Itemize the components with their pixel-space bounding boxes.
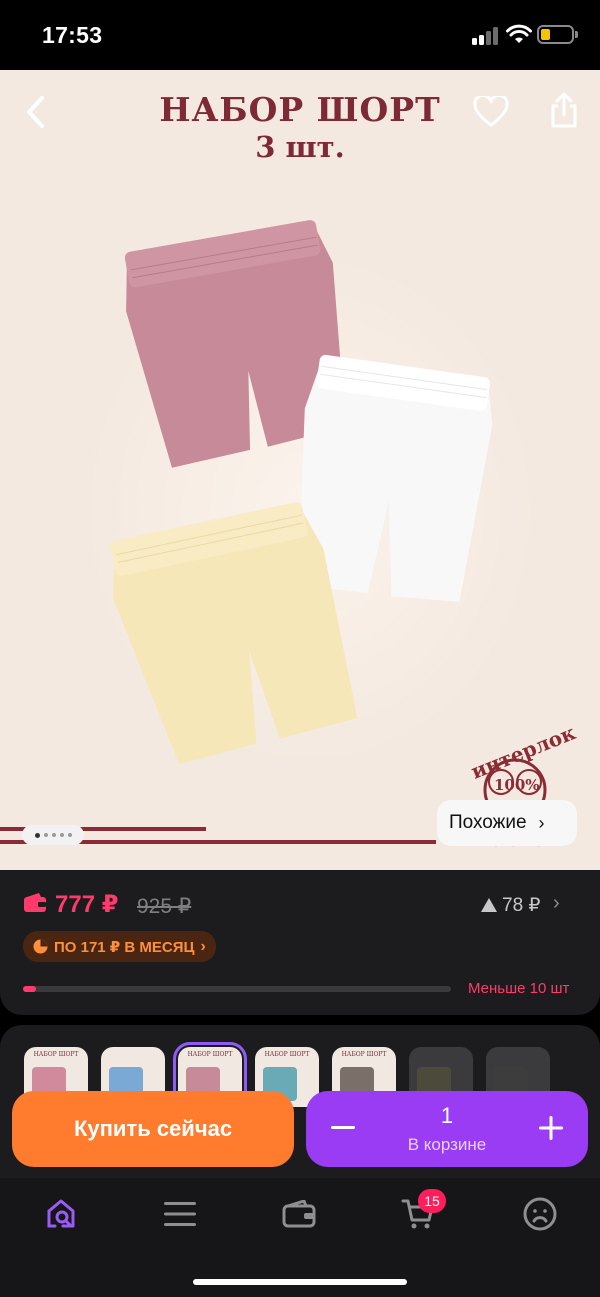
- chevron-right-icon[interactable]: ›: [553, 892, 560, 915]
- stock-progress-fill: [23, 986, 36, 992]
- wifi-icon: [506, 24, 532, 43]
- status-bar: 17:53: [0, 0, 600, 70]
- price-card: 777 ₽ 925 ₽ 78 ₽ › ПО 171 ₽ В МЕСЯЦ › Ме…: [0, 870, 600, 1015]
- variant-label: НАБОР ШОРТ: [33, 1051, 79, 1058]
- home-indicator[interactable]: [193, 1279, 407, 1285]
- old-price: 925 ₽: [137, 895, 192, 918]
- bonus-points[interactable]: 78 ₽: [502, 894, 541, 917]
- product-title: НАБОР ШОРТ: [159, 90, 441, 129]
- home-search-icon: [47, 1199, 75, 1228]
- similar-label: Похожие: [449, 812, 527, 833]
- battery-icon: [537, 25, 574, 44]
- favorite-button[interactable]: [469, 90, 513, 134]
- variant-label: НАБОР ШОРТ: [187, 1051, 233, 1058]
- variant-label: НАБОР ШОРТ: [341, 1051, 387, 1058]
- chevron-left-icon: [27, 96, 44, 128]
- similar-products-button[interactable]: Похожие ›: [437, 800, 577, 846]
- cart-quantity-control: 1 В корзине: [306, 1091, 588, 1167]
- page-dot: [51, 833, 56, 837]
- page-dot: [34, 832, 40, 838]
- pie-chart-icon: [33, 939, 48, 954]
- installment-label: ПО 171 ₽ В МЕСЯЦ: [54, 938, 195, 956]
- variant-label: НАБОР ШОРТ: [264, 1051, 310, 1058]
- tab-catalog[interactable]: [160, 1194, 200, 1234]
- share-icon: [551, 92, 577, 128]
- cart-count-badge: 15: [418, 1189, 446, 1213]
- badge-percent-text: 100%: [494, 776, 540, 794]
- page-dot: [67, 833, 72, 837]
- installment-badge[interactable]: ПО 171 ₽ В МЕСЯЦ ›: [23, 931, 216, 962]
- increase-quantity-button[interactable]: [536, 1113, 566, 1143]
- wallet-icon: [24, 893, 46, 912]
- page-dot: [43, 833, 48, 837]
- stock-progress-bar: [23, 986, 451, 992]
- back-button[interactable]: [14, 90, 58, 134]
- bonus-triangle-icon: [481, 898, 497, 912]
- chevron-right-icon: ›: [200, 937, 206, 955]
- battery-tip: [575, 31, 578, 38]
- tab-home-search[interactable]: [42, 1194, 82, 1234]
- product-gallery[interactable]: НАБОР ШОРТ 3 шт. интерлок 100% хлопок По…: [0, 70, 600, 870]
- share-button[interactable]: [542, 88, 586, 132]
- stock-label: Меньше 10 шт: [468, 980, 570, 997]
- tab-profile[interactable]: [520, 1194, 560, 1234]
- product-subtitle: 3 шт.: [255, 130, 345, 164]
- tab-wallet[interactable]: [279, 1194, 319, 1234]
- current-price: 777 ₽: [55, 891, 119, 918]
- plus-icon: [539, 1116, 563, 1140]
- menu-icon: [164, 1202, 196, 1226]
- chevron-right-icon: ›: [538, 812, 545, 833]
- page-dot: [59, 833, 64, 837]
- buy-now-button[interactable]: Купить сейчас: [12, 1091, 294, 1167]
- wallet-icon: [282, 1200, 316, 1228]
- gallery-page-indicator[interactable]: [22, 825, 84, 845]
- profile-icon: [523, 1197, 557, 1231]
- cellular-signal-icon: [472, 27, 500, 45]
- heart-icon: [473, 96, 509, 127]
- status-time: 17:53: [42, 22, 103, 48]
